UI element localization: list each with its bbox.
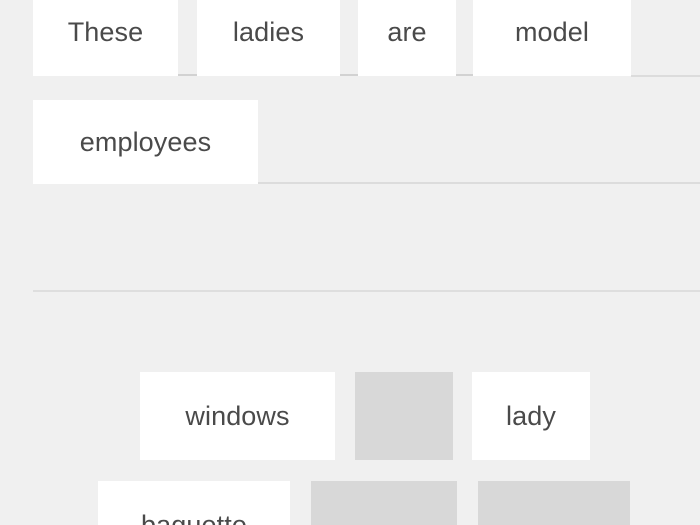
- bank-tile-placeholder[interactable]: [311, 481, 457, 525]
- tile-label: lady: [506, 400, 556, 431]
- answer-slot-rule: [340, 74, 358, 76]
- tile-label: These: [67, 16, 144, 47]
- word-tile-exercise: These ladies are model employees windows lady…: [0, 0, 700, 525]
- bank-tile-placeholder[interactable]: [355, 372, 453, 460]
- tile-label: employees: [79, 126, 212, 157]
- answer-slot-rule: [178, 74, 197, 76]
- answer-slot-rule: [631, 75, 700, 77]
- answer-tile[interactable]: ladies: [197, 0, 340, 76]
- bank-tile-placeholder[interactable]: [478, 481, 630, 525]
- answer-tile[interactable]: These: [33, 0, 178, 76]
- answer-tile[interactable]: employees: [33, 100, 258, 184]
- section-divider: [33, 290, 700, 292]
- answer-tile[interactable]: are: [358, 0, 456, 76]
- tile-label: model: [514, 16, 590, 47]
- tile-label: baguette: [141, 509, 247, 525]
- tile-label: ladies: [232, 16, 305, 47]
- answer-slot-rule: [258, 182, 700, 184]
- answer-tile[interactable]: model: [473, 0, 631, 76]
- bank-tile[interactable]: baguette: [98, 481, 290, 525]
- answer-slot-rule: [456, 74, 473, 76]
- tile-label: windows: [185, 400, 290, 431]
- bank-tile[interactable]: lady: [472, 372, 590, 460]
- bank-tile[interactable]: windows: [140, 372, 335, 460]
- tile-label: are: [387, 16, 427, 47]
